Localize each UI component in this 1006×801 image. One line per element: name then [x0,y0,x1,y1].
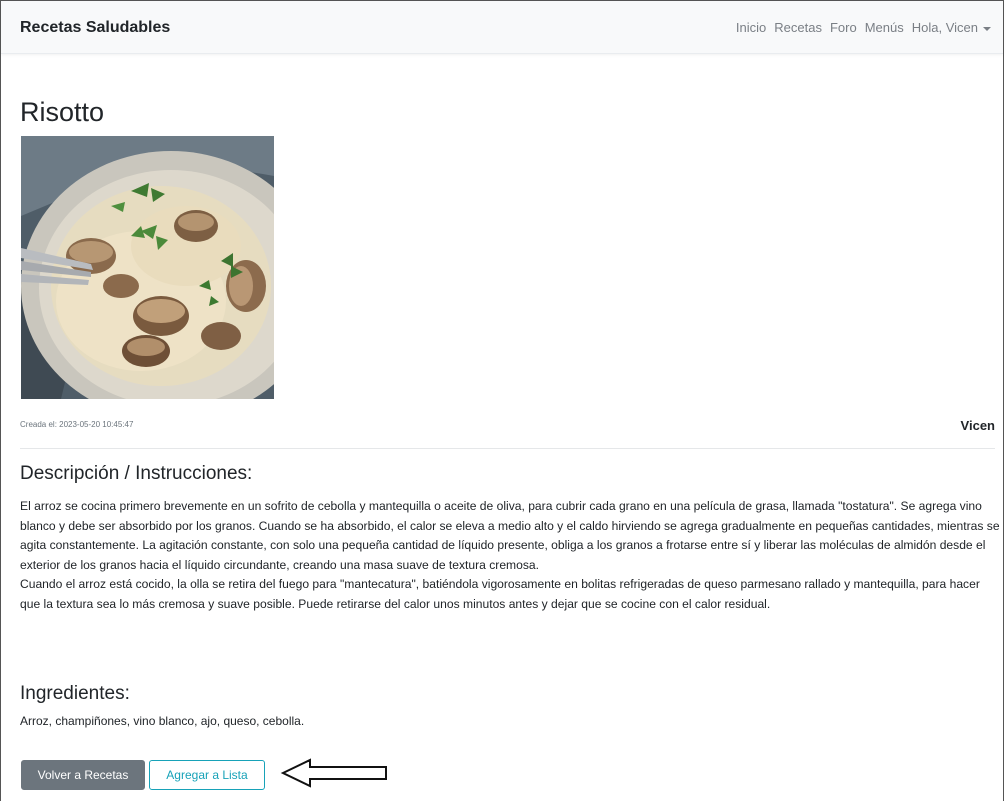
navbar: Recetas Saludables Inicio Recetas Foro M… [1,1,1003,54]
risotto-photo-illustration [21,136,274,399]
recipe-image [21,136,274,399]
created-date: Creada el: 2023-05-20 10:45:47 [20,420,134,429]
brand-link[interactable]: Recetas Saludables [20,19,170,37]
chevron-down-icon [983,26,991,31]
divider [20,448,995,449]
recipe-meta: Creada el: 2023-05-20 10:45:47 Vicen [20,418,995,436]
nav-link-menus[interactable]: Menús [865,20,904,35]
recipe-title: Risotto [20,97,105,127]
description-heading: Descripción / Instrucciones: [20,463,253,484]
description-paragraph: El arroz se cocina primero brevemente en… [20,499,1000,572]
nav-link-recetas[interactable]: Recetas [774,20,822,35]
page-frame [0,0,1004,801]
nav-link-foro[interactable]: Foro [830,20,857,35]
user-menu-dropdown[interactable]: Hola, Vicen [912,20,991,35]
nav-links: Inicio Recetas Foro Menús Hola, Vicen [728,20,991,35]
add-to-list-button[interactable]: Agregar a Lista [149,760,265,790]
ingredients-heading: Ingredientes: [20,683,130,704]
description-text: El arroz se cocina primero brevemente en… [20,497,1000,614]
back-to-recipes-button[interactable]: Volver a Recetas [21,760,145,790]
author-name: Vicen [960,418,995,433]
description-paragraph: Cuando el arroz está cocido, la olla se … [20,577,980,611]
user-menu-label: Hola, Vicen [911,20,978,35]
ingredients-list: Arroz, champiñones, vino blanco, ajo, qu… [20,714,305,728]
nav-link-inicio[interactable]: Inicio [736,20,766,35]
left-arrow-icon [280,758,387,788]
